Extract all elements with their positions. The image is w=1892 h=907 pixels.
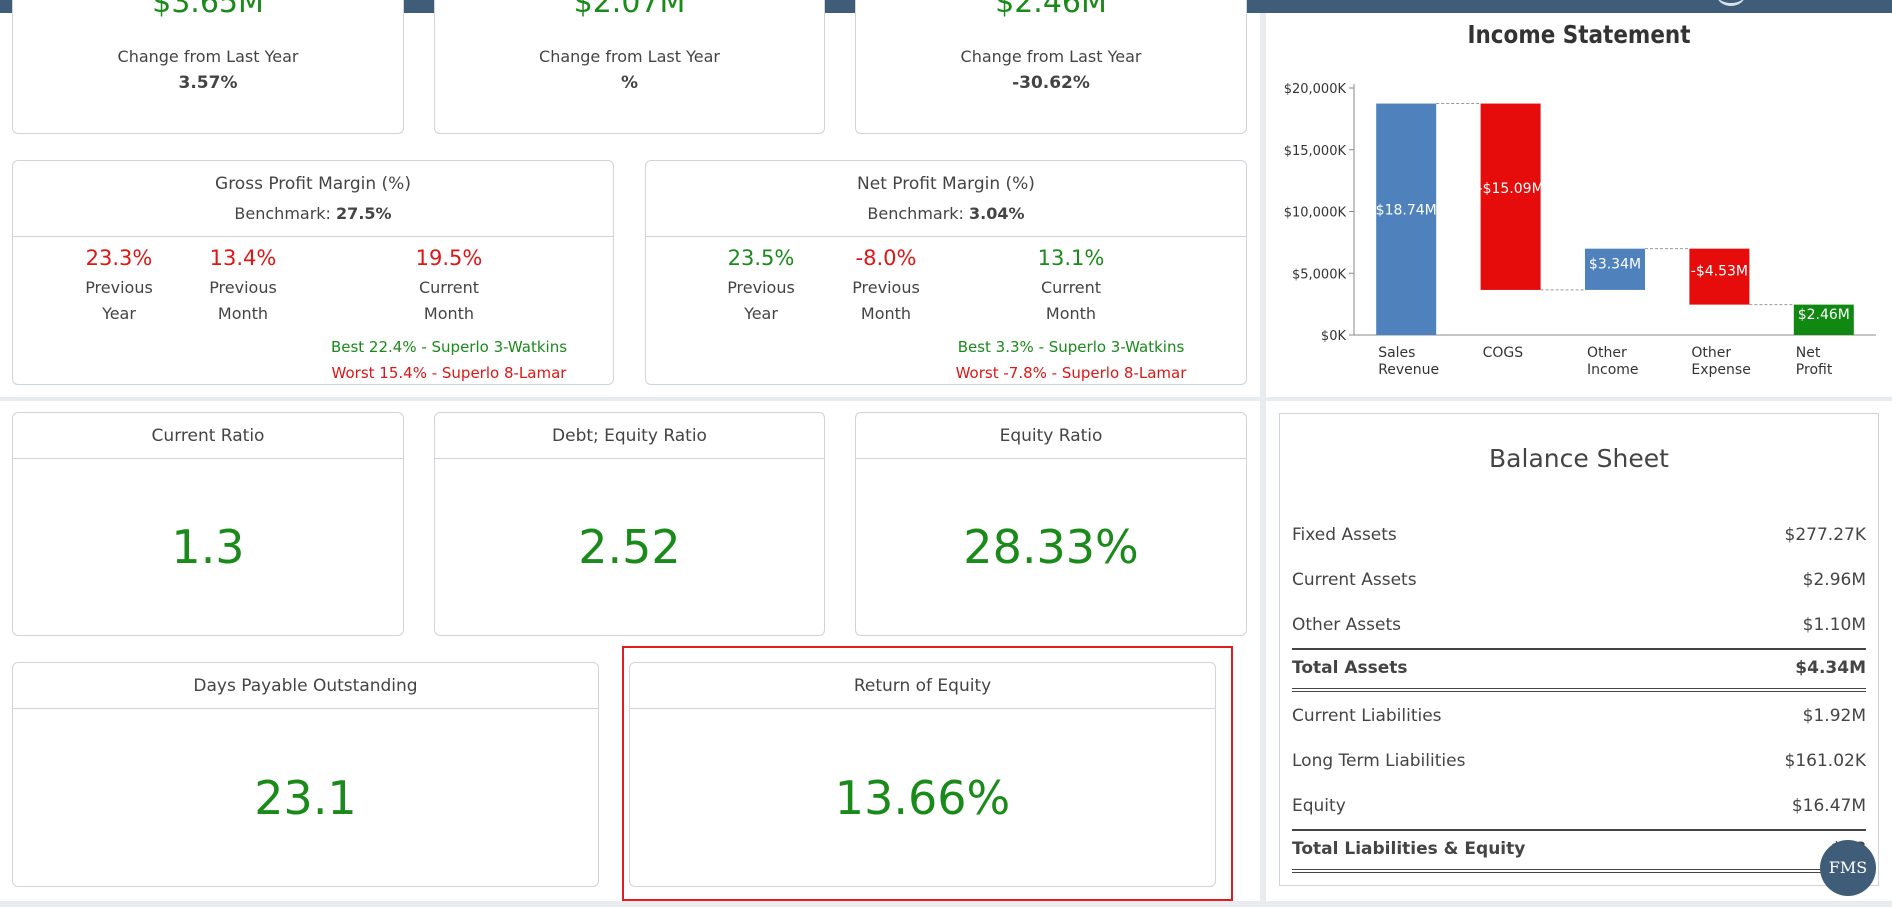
benchmark-value: 3.04%: [969, 204, 1025, 223]
category-label: Expense: [1691, 362, 1750, 378]
debt-equity-ratio-card: Debt; Equity Ratio 2.52: [434, 412, 825, 636]
category-label: Sales: [1378, 345, 1415, 361]
chat-help-button[interactable]: FMS: [1820, 840, 1876, 896]
category-label: Profit: [1796, 362, 1833, 378]
margin-previous-month: -8.0% Previous Month: [852, 246, 920, 323]
margin-current-month: 19.5% Current Month: [415, 246, 483, 323]
kpi-card-sales: $3.65M Change from Last Year 3.57%: [12, 0, 404, 134]
selection-highlight: [622, 646, 1233, 901]
card-title: Equity Ratio: [856, 413, 1246, 459]
ratio-value: 2.52: [578, 520, 681, 574]
card-title: Debt; Equity Ratio: [435, 413, 824, 459]
bs-row-long-term-liabilities: Long Term Liabilities $161.02K: [1292, 751, 1866, 771]
bs-row-equity: Equity $16.47M: [1292, 796, 1866, 816]
category-label: Other: [1691, 345, 1731, 361]
y-tick-label: $10,000K: [1284, 206, 1347, 221]
bs-row-current-liabilities: Current Liabilities $1.92M: [1292, 706, 1866, 726]
income-statement-chart: $0K $5,000K $10,000K $15,000K $20,000K $18.74…: [1284, 82, 1876, 378]
margin-current-month: 13.1% Current Month: [1037, 246, 1105, 323]
income-statement-title: Income Statement: [1467, 20, 1691, 49]
bs-row-other-assets: Other Assets $1.10M: [1292, 615, 1866, 635]
y-tick-label: $5,000K: [1292, 267, 1346, 282]
category-label: COGS: [1483, 345, 1524, 361]
bs-row-total-assets: Total Assets $4.34M: [1292, 648, 1866, 692]
data-label: $18.74M: [1376, 203, 1437, 219]
y-tick-label: $15,000K: [1284, 144, 1347, 159]
margin-previous-year: 23.5% Previous Year: [727, 246, 795, 323]
data-label: -$4.53M: [1691, 264, 1748, 280]
kpi-change-label: Change from Last Year: [539, 47, 720, 66]
bs-row-fixed-assets: Fixed Assets $277.27K: [1292, 525, 1866, 545]
ratio-value: 28.33%: [963, 520, 1139, 574]
balance-sheet-title: Balance Sheet: [1489, 444, 1669, 473]
bs-row-total-liabilities-equity: Total Liabilities & Equity$18: [1292, 829, 1866, 873]
data-label: $3.34M: [1589, 256, 1641, 272]
best-store: Best 3.3% - Superlo 3-Watkins: [957, 338, 1185, 356]
margin-previous-year: 23.3% Previous Year: [85, 246, 153, 323]
net-profit-margin-card: Net Profit Margin (%) Benchmark: 3.04% 2…: [645, 160, 1247, 385]
card-title: Gross Profit Margin (%): [215, 174, 411, 194]
kpi-change-label: Change from Last Year: [960, 47, 1142, 66]
kpi-value: $3.65M: [152, 0, 264, 20]
kpi-card-gross-profit: $2.07M Change from Last Year %: [434, 0, 825, 134]
card-title: Current Ratio: [13, 413, 403, 459]
days-payable-outstanding-card: Days Payable Outstanding 23.1: [12, 662, 599, 887]
user-avatar-icon[interactable]: [1716, 0, 1746, 6]
y-tick-label: $0K: [1321, 329, 1347, 344]
ratio-value: 23.1: [254, 770, 357, 825]
ratio-value: 1.3: [171, 520, 245, 574]
worst-store: Worst 15.4% - Superlo 8-Lamar: [331, 364, 567, 382]
gross-profit-margin-card: Gross Profit Margin (%) Benchmark: 27.5%…: [12, 160, 614, 385]
benchmark: Benchmark: 27.5%: [234, 204, 392, 223]
category-label: Income: [1587, 362, 1639, 378]
benchmark-value: 27.5%: [336, 204, 392, 223]
waterfall-bar: [1376, 103, 1437, 335]
balance-sheet-card: Balance Sheet Fixed Assets $277.27K Curre…: [1279, 413, 1879, 886]
current-ratio-card: Current Ratio 1.3: [12, 412, 404, 636]
margin-previous-month: 13.4% Previous Month: [209, 246, 277, 323]
benchmark: Benchmark: 3.04%: [867, 204, 1025, 223]
kpi-change-value: %: [620, 73, 639, 93]
kpi-change-value: -30.62%: [1012, 73, 1090, 93]
category-label: Net: [1796, 345, 1821, 361]
equity-ratio-card: Equity Ratio 28.33%: [855, 412, 1247, 636]
category-label: Other: [1587, 345, 1627, 361]
bs-row-current-assets: Current Assets $2.96M: [1292, 570, 1866, 590]
best-store: Best 22.4% - Superlo 3-Watkins: [330, 338, 568, 356]
card-title: Days Payable Outstanding: [13, 663, 598, 709]
worst-store: Worst -7.8% - Superlo 8-Lamar: [955, 364, 1187, 382]
data-label: -$15.09M: [1478, 181, 1544, 197]
category-label: Revenue: [1378, 362, 1439, 378]
kpi-change-value: 3.57%: [178, 73, 238, 93]
card-title: Net Profit Margin (%): [857, 174, 1035, 194]
kpi-value: $2.46M: [995, 0, 1107, 20]
kpi-change-label: Change from Last Year: [117, 47, 299, 66]
data-label: $2.46M: [1798, 307, 1850, 323]
y-tick-label: $20,000K: [1284, 82, 1347, 97]
kpi-value: $2.07M: [573, 0, 686, 20]
kpi-card-net-profit: $2.46M Change from Last Year -30.62%: [855, 0, 1247, 134]
